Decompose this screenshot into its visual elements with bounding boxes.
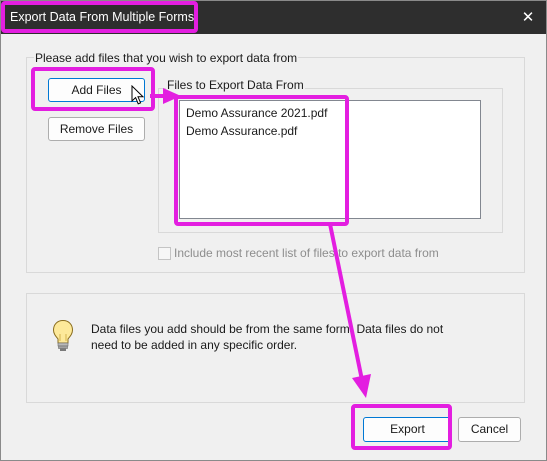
include-recent-label[interactable]: Include most recent list of files to exp… (174, 246, 439, 260)
files-group-caption: Files to Export Data From (166, 78, 305, 92)
cancel-button[interactable]: Cancel (458, 417, 521, 442)
list-item[interactable]: Demo Assurance.pdf (186, 124, 297, 138)
list-item[interactable]: Demo Assurance 2021.pdf (186, 106, 327, 120)
add-files-group-caption: Please add files that you wish to export… (34, 51, 299, 65)
mouse-cursor-icon (131, 85, 145, 105)
lightbulb-icon (52, 319, 74, 351)
export-button[interactable]: Export (363, 417, 452, 442)
title-bar: Export Data From Multiple Forms ✕ (1, 1, 546, 34)
window-title: Export Data From Multiple Forms (10, 10, 195, 24)
include-recent-checkbox[interactable] (158, 247, 171, 260)
files-listbox[interactable]: Demo Assurance 2021.pdf Demo Assurance.p… (179, 100, 481, 219)
remove-files-button[interactable]: Remove Files (48, 117, 145, 141)
close-button[interactable]: ✕ (513, 5, 543, 30)
export-dialog: Export Data From Multiple Forms ✕ Please… (0, 0, 547, 461)
info-text: Data files you add should be from the sa… (91, 322, 444, 352)
